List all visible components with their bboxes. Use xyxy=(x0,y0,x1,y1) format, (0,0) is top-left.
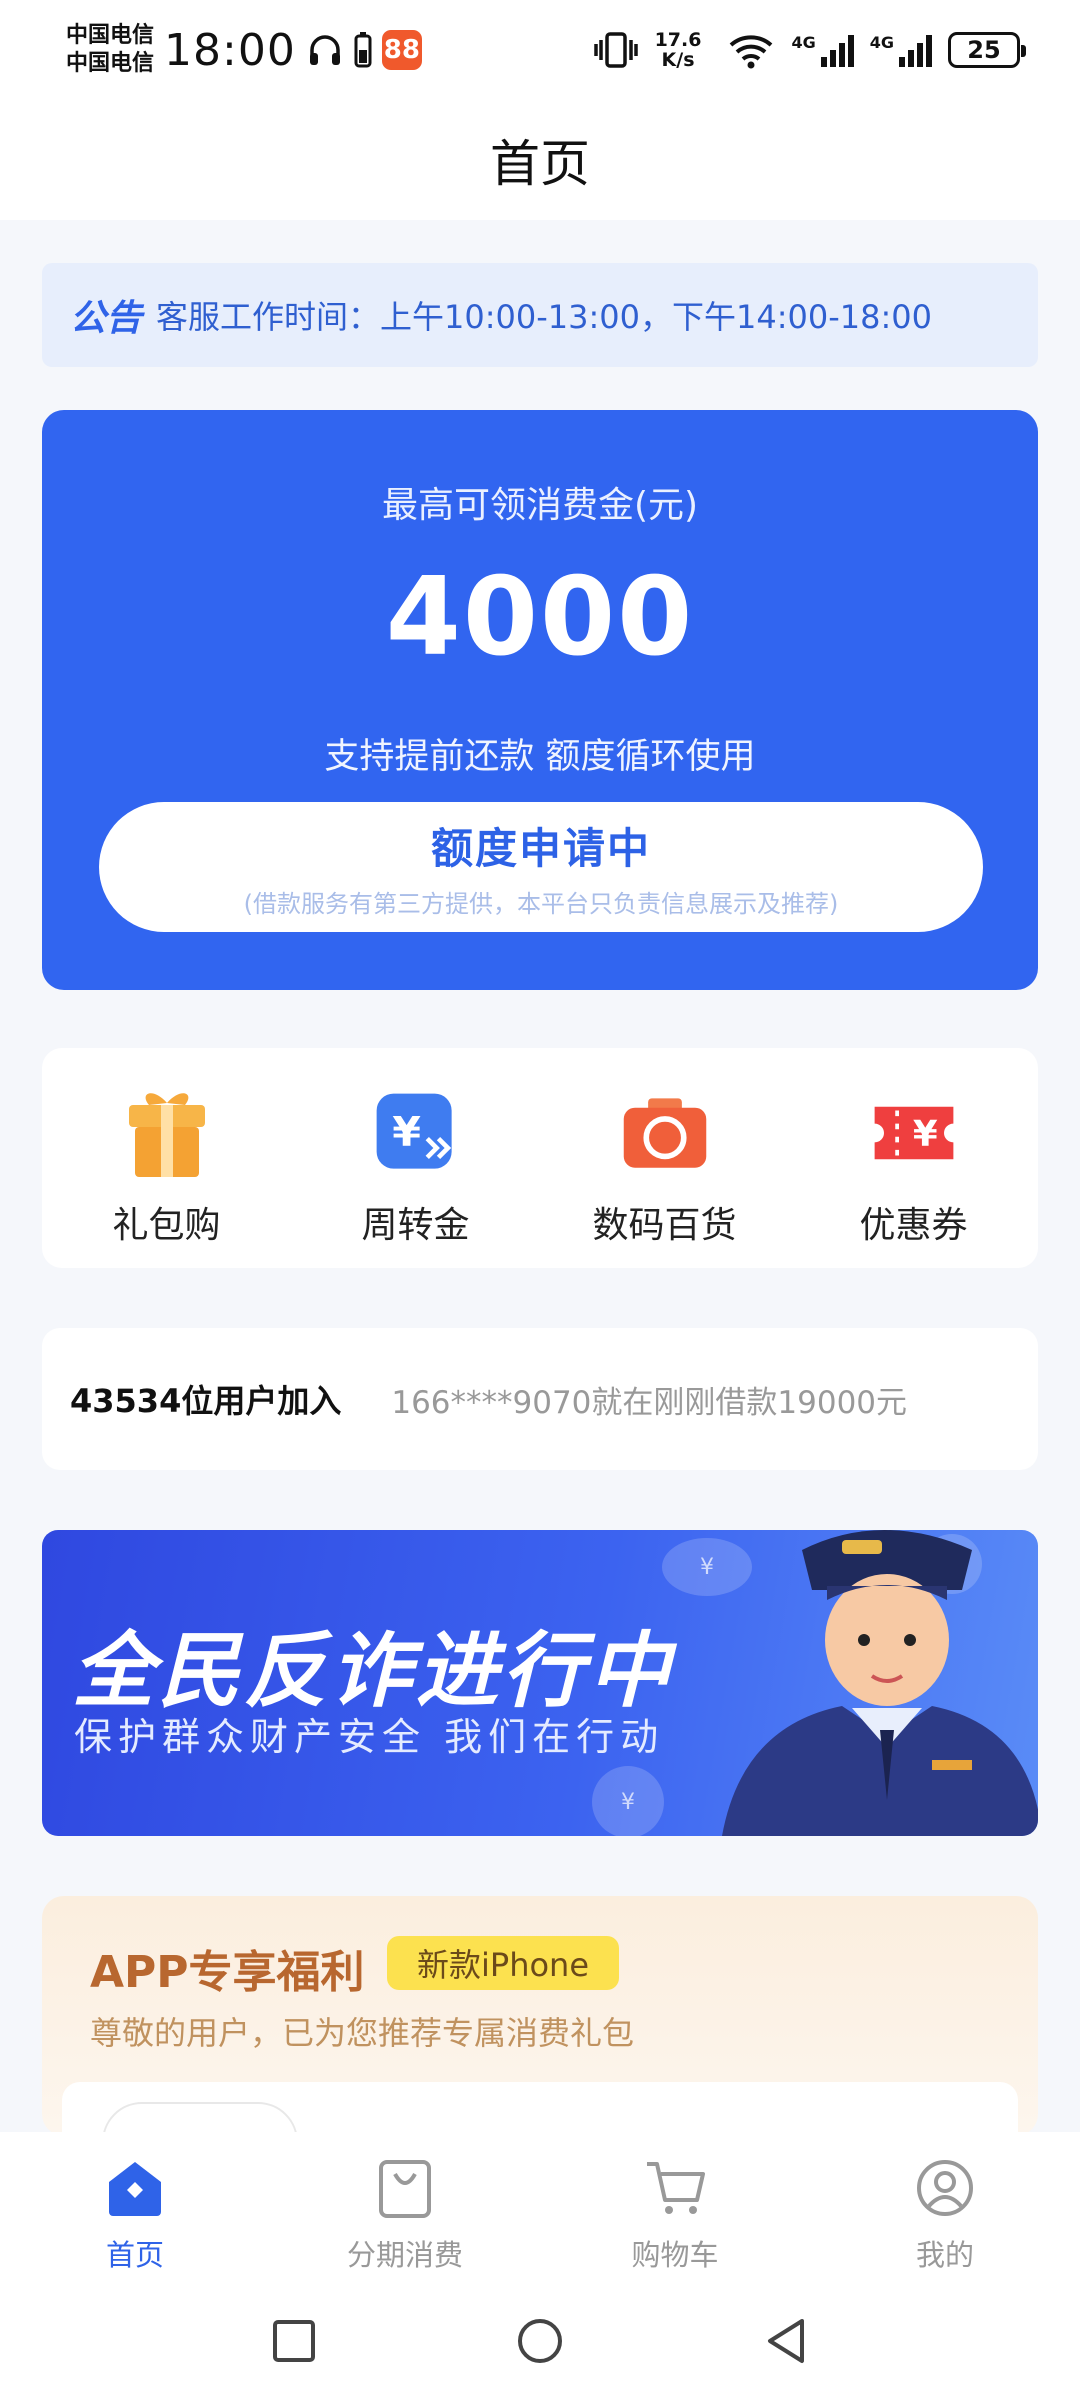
benefit-card[interactable] xyxy=(62,2082,1018,2136)
tab-label: 分期消费 xyxy=(346,2238,463,2272)
yuan-coin-icon: ¥ xyxy=(592,1766,664,1836)
yuan-transfer-icon: ¥ xyxy=(371,1088,461,1178)
home-button[interactable] xyxy=(516,2317,564,2365)
apply-credit-button[interactable]: 额度申请中 (借款服务有第三方提供，本平台只负责信息展示及推荐) xyxy=(99,802,983,932)
recent-apps-button[interactable] xyxy=(272,2319,316,2363)
svg-text:¥: ¥ xyxy=(912,1114,937,1155)
banner-subtitle: 保护群众财产安全 我们在行动 xyxy=(74,1715,665,1759)
sim-2-network-tag: 4G xyxy=(869,33,894,52)
benefits-tag: 新款iPhone xyxy=(387,1936,620,1990)
net-speed-value: 17.6 xyxy=(654,29,702,51)
gift-icon xyxy=(122,1088,212,1178)
net-speed: 17.6 K/s xyxy=(655,30,702,70)
credit-limit-subtitle: 支持提前还款 额度循环使用 xyxy=(324,737,756,777)
user-join-ticker: 43534位用户加入 166****9070就在刚刚借款19000元 xyxy=(42,1328,1038,1470)
quick-menu-label: 周转金 xyxy=(361,1205,470,1246)
carrier-labels: 中国电信 中国电信 xyxy=(66,22,154,78)
clock: 18:00 xyxy=(164,24,296,76)
back-button[interactable] xyxy=(764,2317,808,2365)
status-bar: 中国电信 中国电信 18:00 88 17.6 K/s 4G 4G 25 xyxy=(0,0,1080,100)
quick-menu: 礼包购 ¥ 周转金 数码百货 ¥ 优惠券 xyxy=(42,1048,1038,1268)
page-header: 首页 xyxy=(0,100,1080,220)
wifi-icon xyxy=(727,31,775,69)
quick-menu-label: 礼包购 xyxy=(112,1205,221,1246)
tab-installment[interactable]: 分期消费 xyxy=(270,2132,540,2282)
vibrate-icon xyxy=(593,30,639,70)
quick-menu-item-coupons[interactable]: ¥ 优惠券 xyxy=(789,1048,1038,1268)
coupon-icon: ¥ xyxy=(869,1088,959,1178)
profile-icon xyxy=(913,2156,977,2224)
system-navigation-bar xyxy=(0,2282,1080,2400)
bottom-tab-bar: 首页 分期消费 购物车 我的 xyxy=(0,2132,1080,2282)
quick-menu-item-digital-goods[interactable]: 数码百货 xyxy=(540,1048,789,1268)
recent-loan-message: 166****9070就在刚刚借款19000元 xyxy=(391,1384,908,1421)
app-notification-icon: 88 xyxy=(381,30,422,70)
battery-icon: 25 xyxy=(948,32,1026,68)
signal-strength-icon-2: 4G xyxy=(870,33,932,67)
carrier-2: 中国电信 xyxy=(66,51,155,76)
credit-limit-amount: 4000 xyxy=(385,555,695,680)
police-officer-illustration xyxy=(682,1530,1038,1836)
benefit-option-pill[interactable] xyxy=(102,2102,298,2136)
cart-icon xyxy=(643,2156,707,2224)
benefits-subtitle: 尊敬的用户，已为您推荐专属消费礼包 xyxy=(90,2014,635,2052)
credit-limit-card: 最高可领消费金(元) 4000 支持提前还款 额度循环使用 额度申请中 (借款服… xyxy=(42,410,1038,990)
headphones-icon xyxy=(306,31,344,69)
tab-profile[interactable]: 我的 xyxy=(810,2132,1080,2282)
home-icon xyxy=(103,2156,167,2224)
shopping-bag-icon xyxy=(373,2156,437,2224)
apply-credit-button-label: 额度申请中 xyxy=(430,824,651,873)
announcement-tag: 公告 xyxy=(70,298,143,339)
tab-home[interactable]: 首页 xyxy=(0,2132,270,2282)
camera-icon xyxy=(620,1088,710,1178)
signal-strength-icon: 4G xyxy=(791,33,854,67)
tab-cart[interactable]: 购物车 xyxy=(540,2132,810,2282)
net-speed-unit: K/s xyxy=(661,49,695,71)
benefits-title: APP专享福利 xyxy=(90,1947,365,1998)
quick-menu-item-gift-pack[interactable]: 礼包购 xyxy=(42,1048,291,1268)
svg-text:¥: ¥ xyxy=(392,1108,421,1156)
small-battery-icon xyxy=(354,32,372,68)
announcement-text: 客服工作时间：上午10:00-13:00，下午14:00-18:00 xyxy=(156,298,932,336)
page-title: 首页 xyxy=(490,135,590,193)
announcement-bar[interactable]: 公告 客服工作时间：上午10:00-13:00，下午14:00-18:00 xyxy=(42,263,1038,367)
joined-user-count: 43534位用户加入 xyxy=(70,1382,342,1420)
apply-credit-disclaimer: (借款服务有第三方提供，本平台只负责信息展示及推荐) xyxy=(243,890,839,918)
quick-menu-item-turnover-fund[interactable]: ¥ 周转金 xyxy=(291,1048,540,1268)
carrier-1: 中国电信 xyxy=(66,23,155,48)
quick-menu-label: 数码百货 xyxy=(592,1205,737,1246)
exclusive-benefits-section: APP专享福利 新款iPhone 尊敬的用户，已为您推荐专属消费礼包 xyxy=(42,1896,1038,2136)
quick-menu-label: 优惠券 xyxy=(859,1205,968,1246)
tab-label: 购物车 xyxy=(631,2238,719,2272)
sim-1-network-tag: 4G xyxy=(791,33,816,52)
tab-label: 首页 xyxy=(105,2238,164,2272)
anti-fraud-banner[interactable]: ¥ ¥ ¥ 全民反诈进行中 保护群众财产安全 我们在行动 xyxy=(42,1530,1038,1836)
tab-label: 我的 xyxy=(915,2238,974,2272)
credit-limit-label: 最高可领消费金(元) xyxy=(381,485,699,526)
